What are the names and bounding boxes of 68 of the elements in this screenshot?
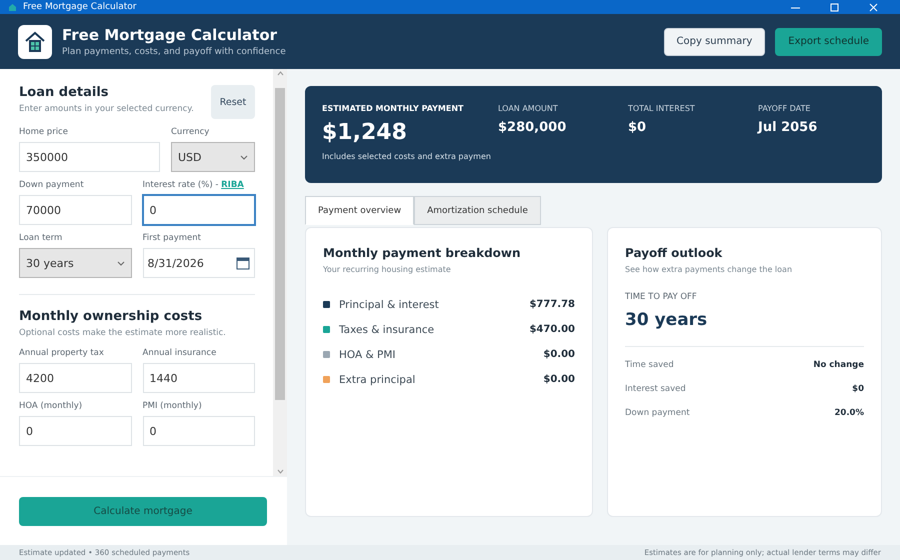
payoff-value: 30 years xyxy=(625,310,708,330)
breakdown-label: Extra principal xyxy=(339,374,416,386)
card-title: Monthly payment breakdown xyxy=(323,246,522,260)
field-label: Loan term xyxy=(19,233,64,243)
input-field[interactable]: 4200 xyxy=(19,363,132,393)
section-title: Monthly ownership costs xyxy=(19,309,204,324)
stat-value: $1,248 xyxy=(322,120,408,145)
payoff-row-label: Interest saved xyxy=(625,384,686,394)
input-field[interactable]: 0 xyxy=(19,416,132,446)
house-icon xyxy=(8,2,17,12)
reset-button[interactable]: Reset xyxy=(211,85,255,119)
field-label: Currency xyxy=(171,127,210,137)
input-field[interactable]: 350000 xyxy=(19,142,160,172)
field-label: Home price xyxy=(19,127,69,137)
stat-label: TOTAL INTEREST xyxy=(628,104,696,113)
breakdown-value: $470.00 xyxy=(529,324,576,335)
section-subtitle: Enter amounts in your selected currency. xyxy=(19,104,194,114)
payoff-label: TIME TO PAY OFF xyxy=(625,292,698,302)
stat-value: $280,000 xyxy=(498,120,568,135)
payoff-row-value: 20.0% xyxy=(834,408,864,418)
stat-label: LOAN AMOUNT xyxy=(498,104,559,113)
select-field[interactable]: 30 years xyxy=(19,248,132,278)
maximize-icon[interactable] xyxy=(830,2,839,12)
logo-icon xyxy=(18,24,52,58)
field-label: HOA (monthly) xyxy=(19,401,84,411)
tab[interactable]: Payment overview xyxy=(305,196,414,225)
breakdown-label: Taxes & insurance xyxy=(339,324,436,336)
breakdown-value: $0.00 xyxy=(543,349,576,360)
payoff-row-label: Time saved xyxy=(625,360,674,370)
copy-button[interactable]: Copy summary xyxy=(664,28,766,56)
app-subtitle: Plan payments, costs, and payoff with confidence xyxy=(62,47,287,57)
input-field[interactable]: 0 xyxy=(142,195,255,225)
input-field[interactable]: 1440 xyxy=(142,363,255,393)
select-field[interactable]: USD xyxy=(171,142,255,172)
stat-value: Jul 2056 xyxy=(758,120,818,135)
stat-value: $0 xyxy=(628,120,648,135)
payoff-row-value: No change xyxy=(813,360,864,370)
date-field[interactable]: 8/31/2026 xyxy=(142,248,255,278)
card-subtitle: Your recurring housing estimate xyxy=(323,265,452,274)
field-label: PMI (monthly) xyxy=(142,401,203,411)
payoff-row-label: Down payment xyxy=(625,408,690,418)
calendar-icon[interactable] xyxy=(236,256,250,270)
card-title: Payoff outlook xyxy=(625,246,724,260)
field-label: Down payment xyxy=(19,180,85,190)
close-icon[interactable] xyxy=(869,2,878,12)
stat-label: PAYOFF DATE xyxy=(758,104,812,113)
field-label: Interest rate (%) - RIBA xyxy=(142,180,245,190)
breakdown-label: Principal & interest xyxy=(339,298,440,310)
input-field[interactable]: 0 xyxy=(142,416,255,446)
chevron-down-icon xyxy=(116,260,124,266)
export-button[interactable]: Export schedule xyxy=(775,28,882,56)
input-field[interactable]: 70000 xyxy=(19,195,132,225)
field-label: Annual insurance xyxy=(142,348,218,358)
stat-label: ESTIMATED MONTHLY PAYMENT xyxy=(322,104,465,113)
breakdown-value: $777.78 xyxy=(529,299,576,310)
section-title: Loan details xyxy=(19,85,110,100)
breakdown-label: HOA & PMI xyxy=(339,348,397,360)
section-subtitle: Optional costs make the estimate more realistic. xyxy=(19,328,227,338)
tab[interactable]: Amortization schedule xyxy=(414,196,541,225)
stat-note: Includes selected costs and extra paymen xyxy=(322,152,492,161)
field-label: First payment xyxy=(142,233,202,243)
app-title: Free Mortgage Calculator xyxy=(62,26,278,44)
breakdown-value: $0.00 xyxy=(543,374,576,385)
chevron-down-icon xyxy=(240,154,248,160)
card-subtitle: See how extra payments change the loan xyxy=(625,265,794,274)
payoff-row-value: $0 xyxy=(852,384,864,394)
window-title: Free Mortgage Calculator xyxy=(23,1,138,14)
field-label: Annual property tax xyxy=(19,348,105,358)
